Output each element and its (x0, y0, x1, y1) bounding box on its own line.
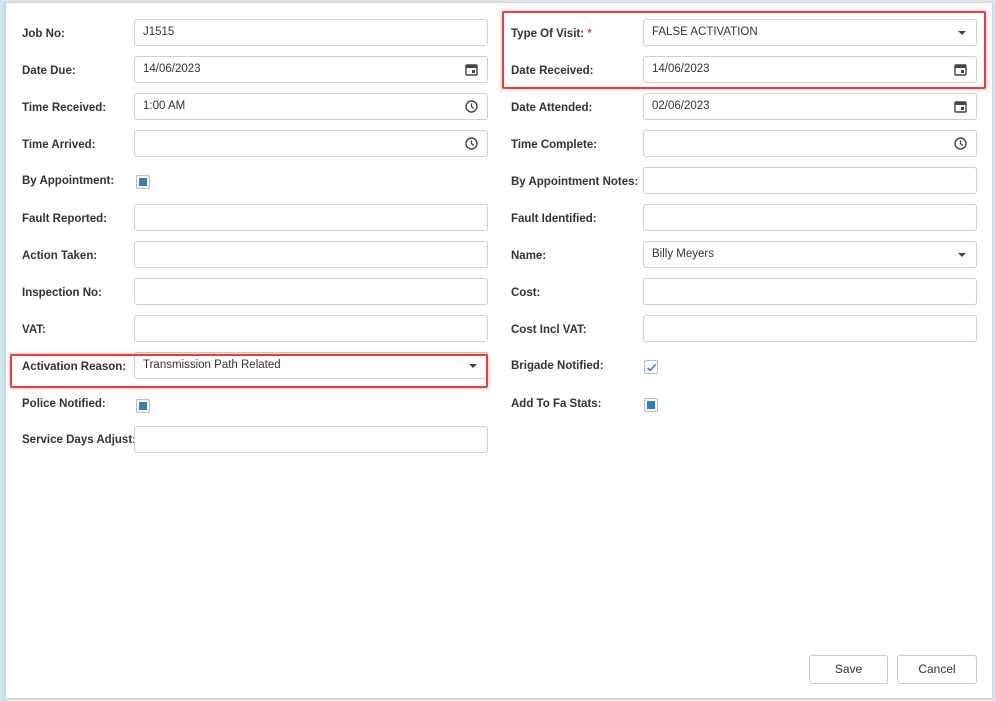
caret-down-icon[interactable] (958, 31, 966, 35)
checkmark-icon (646, 363, 657, 372)
job-no-label: Job No: (22, 28, 65, 40)
cost-incl-vat-label: Cost Incl VAT: (511, 324, 587, 336)
required-marker: * (587, 28, 592, 40)
time-arrived-label: Time Arrived: (22, 139, 96, 151)
date-received-label: Date Received: (511, 65, 594, 77)
fault-identified-input[interactable] (643, 204, 977, 231)
action-taken-input[interactable] (134, 241, 488, 268)
time-arrived-input[interactable] (134, 130, 488, 157)
by-appointment-label: By Appointment: (22, 175, 115, 187)
inspection-no-input[interactable] (134, 278, 488, 305)
job-visit-dialog: Job No: J1515 Date Due: 14/06/2023 Time … (5, 2, 993, 699)
time-complete-input[interactable] (643, 130, 977, 157)
clock-icon[interactable] (954, 137, 967, 150)
fault-identified-label: Fault Identified: (511, 213, 597, 225)
calendar-icon[interactable] (465, 63, 478, 76)
fault-reported-input[interactable] (134, 204, 488, 231)
by-appointment-notes-label: By Appointment Notes: (511, 176, 639, 188)
action-taken-label: Action Taken: (22, 250, 98, 262)
clock-icon[interactable] (465, 100, 478, 113)
by-appointment-checkbox[interactable] (136, 175, 150, 189)
time-received-input[interactable]: 1:00 AM (134, 93, 488, 120)
cost-input[interactable] (643, 278, 977, 305)
brigade-notified-label: Brigade Notified: (511, 360, 604, 372)
date-attended-label: Date Attended: (511, 102, 593, 114)
name-select[interactable]: Billy Meyers (643, 241, 977, 268)
save-button[interactable]: Save (809, 655, 888, 684)
type-of-visit-select[interactable]: FALSE ACTIVATION (643, 19, 977, 46)
checkbox-fill (139, 402, 147, 410)
activation-reason-select[interactable]: Transmission Path Related (134, 352, 488, 379)
by-appointment-notes-input[interactable] (643, 167, 977, 194)
job-no-input[interactable]: J1515 (134, 19, 488, 46)
service-days-adjust-input[interactable] (134, 426, 488, 453)
clock-icon[interactable] (465, 137, 478, 150)
date-attended-input[interactable]: 02/06/2023 (643, 93, 977, 120)
police-notified-checkbox[interactable] (136, 399, 150, 413)
vat-input[interactable] (134, 315, 488, 342)
checkbox-fill (647, 401, 655, 409)
date-received-input[interactable]: 14/06/2023 (643, 56, 977, 83)
cancel-button[interactable]: Cancel (897, 655, 977, 684)
add-to-fa-stats-checkbox[interactable] (644, 398, 658, 412)
brigade-notified-checkbox[interactable] (644, 360, 658, 374)
date-due-input[interactable]: 14/06/2023 (134, 56, 488, 83)
checkbox-fill (139, 178, 147, 186)
time-complete-label: Time Complete: (511, 139, 598, 151)
add-to-fa-stats-label: Add To Fa Stats: (511, 398, 602, 410)
name-label: Name: (511, 250, 547, 262)
time-received-label: Time Received: (22, 102, 107, 114)
cost-incl-vat-input[interactable] (643, 315, 977, 342)
caret-down-icon[interactable] (469, 364, 477, 368)
activation-reason-label: Activation Reason: (22, 361, 127, 373)
calendar-icon[interactable] (954, 63, 967, 76)
vat-label: VAT: (22, 324, 46, 336)
calendar-icon[interactable] (954, 100, 967, 113)
fault-reported-label: Fault Reported: (22, 213, 107, 225)
police-notified-label: Police Notified: (22, 398, 106, 410)
inspection-no-label: Inspection No: (22, 287, 102, 299)
date-due-label: Date Due: (22, 65, 76, 77)
service-days-adjust-label: Service Days Adjust: (22, 434, 136, 446)
cost-label: Cost: (511, 287, 541, 299)
caret-down-icon[interactable] (958, 253, 966, 257)
type-of-visit-label: Type Of Visit: * (511, 28, 592, 40)
